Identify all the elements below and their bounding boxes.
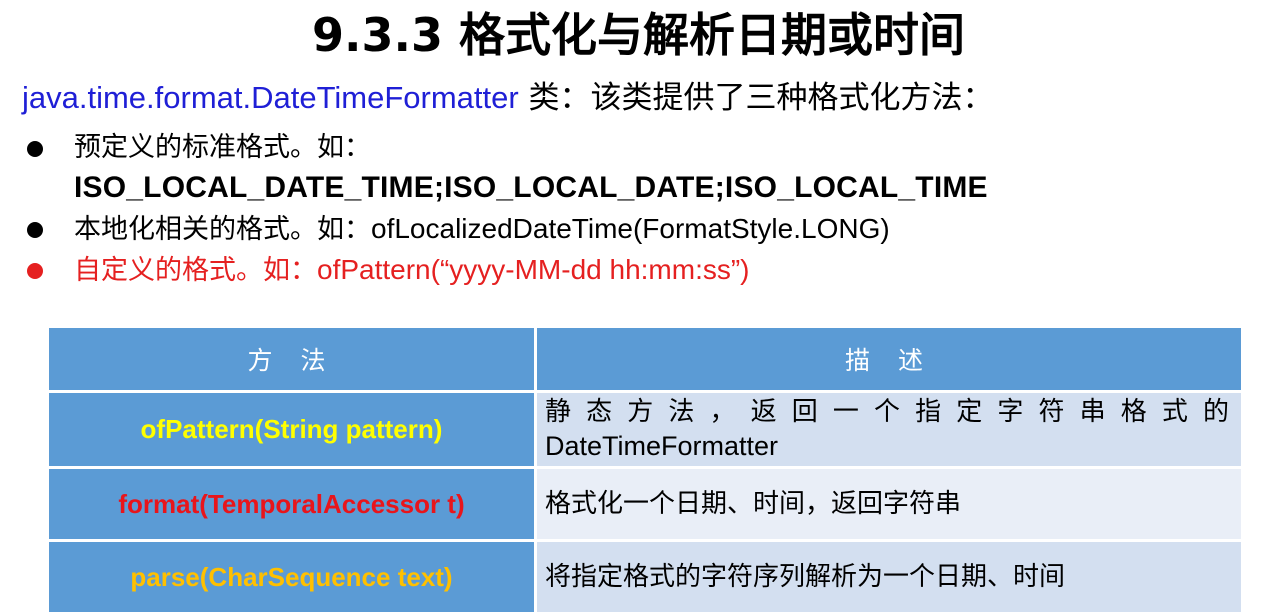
method-name: parse(CharSequence text) [46,539,537,615]
method-name: format(TemporalAccessor t) [46,466,537,542]
bullet-icon [27,141,43,157]
bullet-text: 本地化相关的格式。如： [74,214,371,245]
bullet-text: 自定义的格式。如： [74,255,317,286]
bullet-detail: ISO_LOCAL_DATE_TIME;ISO_LOCAL_DATE;ISO_L… [74,171,988,204]
intro-line: java.time.format.DateTimeFormatter 类：该类提… [22,74,994,122]
methods-table: 方 法 描 述 ofPattern(String pattern) 静态方法，返… [46,325,1244,615]
method-description: 静态方法，返回一个指定字符串格式的 DateTimeFormatter [534,390,1244,469]
header-description: 描 述 [534,325,1244,393]
table-row: ofPattern(String pattern) 静态方法，返回一个指定字符串… [46,390,1244,469]
bullet-item-localized: 本地化相关的格式。如：ofLocalizedDateTime(FormatSty… [22,209,1262,250]
method-description: 将指定格式的字符序列解析为一个日期、时间 [534,539,1244,615]
table-header-row: 方 法 描 述 [46,325,1244,393]
bullet-item-custom: 自定义的格式。如：ofPattern(“yyyy-MM-dd hh:mm:ss”… [22,250,1262,291]
bullet-detail: ofPattern(“yyyy-MM-dd hh:mm:ss”) [317,254,750,285]
description-line: 静态方法，返回一个指定字符串格式的 [545,397,1231,427]
method-description: 格式化一个日期、时间，返回字符串 [534,466,1244,542]
class-name: java.time.format.DateTimeFormatter [22,80,519,115]
page-title: 9.3.3 格式化与解析日期或时间 [312,8,965,62]
bullet-detail: ofLocalizedDateTime(FormatStyle.LONG) [371,213,890,244]
method-name: ofPattern(String pattern) [46,390,537,469]
description-line: DateTimeFormatter [545,431,779,461]
bullet-list: 预定义的标准格式。如： ISO_LOCAL_DATE_TIME;ISO_LOCA… [22,128,1262,291]
bullet-icon [27,263,43,279]
header-method: 方 法 [46,325,537,393]
bullet-item-predefined: 预定义的标准格式。如： ISO_LOCAL_DATE_TIME;ISO_LOCA… [22,128,1262,209]
bullet-text: 预定义的标准格式。如： [74,132,371,163]
table-row: parse(CharSequence text) 将指定格式的字符序列解析为一个… [46,539,1244,615]
intro-text: 类：该类提供了三种格式化方法： [518,80,994,116]
table-row: format(TemporalAccessor t) 格式化一个日期、时间，返回… [46,466,1244,542]
bullet-icon [27,222,43,238]
